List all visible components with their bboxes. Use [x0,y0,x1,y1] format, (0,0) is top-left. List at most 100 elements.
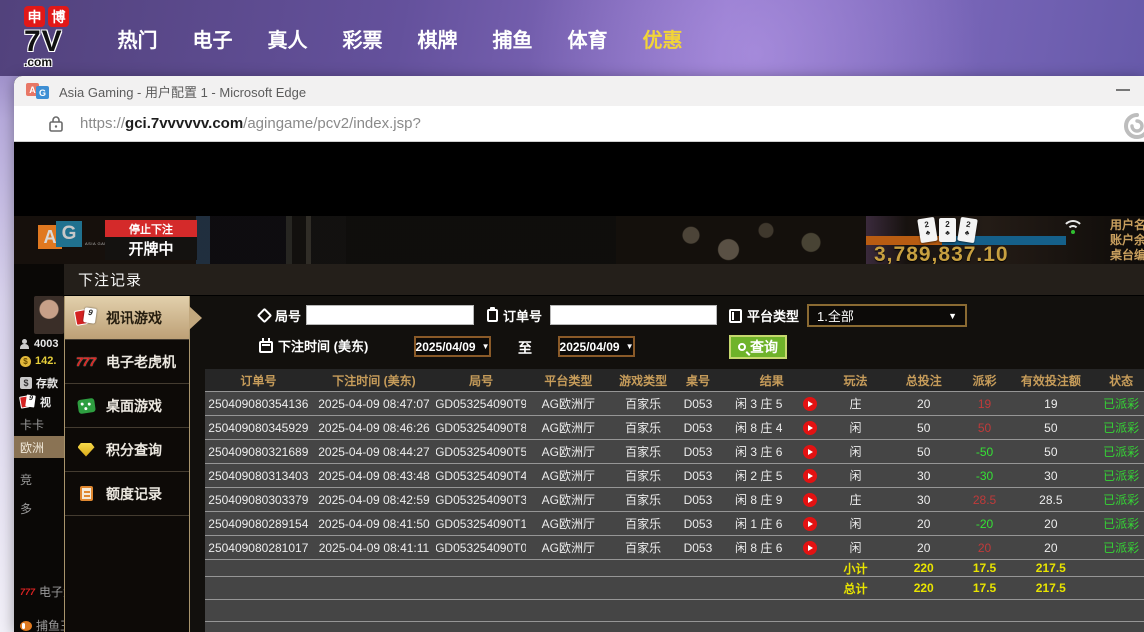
play-video-button[interactable] [803,517,817,531]
cell-round: GD053254090T9 [436,392,526,415]
cell-method: 庄 [823,488,888,511]
cell-time: 2025-04-09 08:43:48 [312,464,437,487]
rail-wallet: $142. [20,355,56,367]
table-row: 2504090802891542025-04-09 08:41:50GD0532… [205,512,1144,536]
cell-bet: 20 [888,392,960,415]
nav-item-3[interactable]: 真人 [250,24,325,53]
play-video-button[interactable] [803,493,817,507]
result-text: 闲 3 庄 5 [720,395,797,412]
result-text: 闲 8 庄 6 [720,539,797,556]
panel-title: 下注记录 [78,269,142,290]
cell-game: 百家乐 [611,536,676,559]
round-input[interactable] [306,305,474,325]
cell-status: 已派彩 [1092,536,1144,559]
table-no-label: 桌台编号 [1110,248,1144,263]
nav-item-4[interactable]: 彩票 [325,24,400,53]
play-video-button[interactable] [803,445,817,459]
platform-select[interactable]: 1.全部▼ [807,304,967,327]
site-logo[interactable]: 申 博 7V .com [24,6,84,72]
cell-game: 百家乐 [611,392,676,415]
cell-result: 闲 3 庄 6 [720,440,823,463]
nav-item-5[interactable]: 棋牌 [400,24,475,53]
cell-status: 已派彩 [1092,392,1144,415]
logo-badge-bo: 博 [48,6,69,27]
cell-method: 闲 [823,440,888,463]
browser-titlebar[interactable]: A G Asia Gaming - 用户配置 1 - Microsoft Edg… [14,76,1144,106]
sum-cell-method: 总计 [823,577,888,599]
cards-icon: 9 [20,395,36,410]
logo-suffix: .com [24,57,84,67]
sidebar-tab-1[interactable]: 9视讯游戏 [65,296,189,340]
cell-time: 2025-04-09 08:46:26 [312,416,437,439]
bet-time-label: 下注时间 (美东) [259,336,368,355]
cell-valid: 28.5 [1009,488,1092,511]
cell-status: 已派彩 [1092,440,1144,463]
book-icon [729,309,742,323]
logo-badge-shen: 申 [24,6,45,27]
table-row: 2504090803541362025-04-09 08:47:07GD0532… [205,392,1144,416]
lock-icon[interactable] [48,115,64,133]
panel-sidebar: 9视讯游戏777电子老虎机桌面游戏积分查询额度记录 [64,296,190,632]
records-table: 订单号下注时间 (美东)局号平台类型游戏类型桌号结果玩法总投注派彩有效投注额状态… [205,369,1144,632]
cell-method: 闲 [823,512,888,535]
cell-method: 闲 [823,536,888,559]
cell-status: 已派彩 [1092,464,1144,487]
cell-payout: 50 [960,416,1010,439]
sidebar-tab-label: 桌面游戏 [106,396,162,416]
site-header: 申 博 7V .com 热门电子真人彩票棋牌捕鱼体育优惠 [0,0,1144,76]
rail-item-duo[interactable]: 多 [20,500,32,517]
nav-item-6[interactable]: 捕鱼 [475,24,550,53]
sidebar-tab-label: 积分查询 [106,440,162,460]
rail-item-slots[interactable]: 777电子游戏 [20,583,64,600]
sum-cell-platform [526,560,611,576]
rail-item-fishing[interactable]: 捕鱼王 [20,617,64,632]
cell-table: D053 [676,392,721,415]
header-cell-status: 状态 [1092,369,1144,391]
result-text: 闲 8 庄 4 [720,419,797,436]
cell-platform: AG欧洲厅 [526,440,611,463]
cell-valid: 20 [1009,512,1092,535]
header-cell-time: 下注时间 (美东) [312,369,437,391]
minimize-button[interactable] [1116,89,1130,91]
nav-item-1[interactable]: 热门 [100,24,175,53]
cell-valid: 20 [1009,536,1092,559]
play-video-button[interactable] [803,397,817,411]
refresh-icon[interactable] [1123,112,1144,140]
table-row: 2504090803216892025-04-09 08:44:27GD0532… [205,440,1144,464]
username-label: 用户名称 [1110,218,1144,233]
search-button[interactable]: 查询 [729,335,787,359]
url-text[interactable]: https://gci.7vvvvvv.com/agingame/pcv2/in… [80,115,421,132]
nav-item-7[interactable]: 体育 [550,24,625,53]
round-label: 局号 [259,306,301,325]
rail-item-jing[interactable]: 竞 [20,471,32,488]
cell-status: 已派彩 [1092,488,1144,511]
calendar-icon [259,341,273,353]
sidebar-tab-5[interactable]: 额度记录 [65,472,189,516]
cell-result: 闲 8 庄 9 [720,488,823,511]
rail-item-europe[interactable]: 欧洲 [20,439,44,456]
nav-item-8[interactable]: 优惠 [625,24,700,53]
rail-deposit-button[interactable]: $存款 [20,375,58,391]
date-from-select[interactable]: 2025/04/09▼ [414,336,491,357]
cards-icon: 9 [74,308,98,327]
header-cell-game: 游戏类型 [611,369,676,391]
play-video-button[interactable] [803,541,817,555]
play-video-button[interactable] [803,469,817,483]
table-row: 2504090802810172025-04-09 08:41:11GD0532… [205,536,1144,560]
cell-order: 250409080321689 [205,440,312,463]
cell-valid: 50 [1009,440,1092,463]
rail-video-tab[interactable]: 9视 [20,394,51,410]
date-to-select[interactable]: 2025/04/09▼ [558,336,635,357]
sidebar-tab-3[interactable]: 桌面游戏 [65,384,189,428]
cell-table: D053 [676,536,721,559]
cell-valid: 50 [1009,416,1092,439]
window-title: Asia Gaming - 用户配置 1 - Microsoft Edge [59,82,306,101]
sidebar-tab-2[interactable]: 777电子老虎机 [65,340,189,384]
cell-order: 250409080281017 [205,536,312,559]
sidebar-tab-4[interactable]: 积分查询 [65,428,189,472]
rail-item-card[interactable]: 卡卡 [20,416,44,433]
order-input[interactable] [550,305,717,325]
chevron-down-icon: ▼ [482,342,490,351]
play-video-button[interactable] [803,421,817,435]
nav-item-2[interactable]: 电子 [175,24,250,53]
